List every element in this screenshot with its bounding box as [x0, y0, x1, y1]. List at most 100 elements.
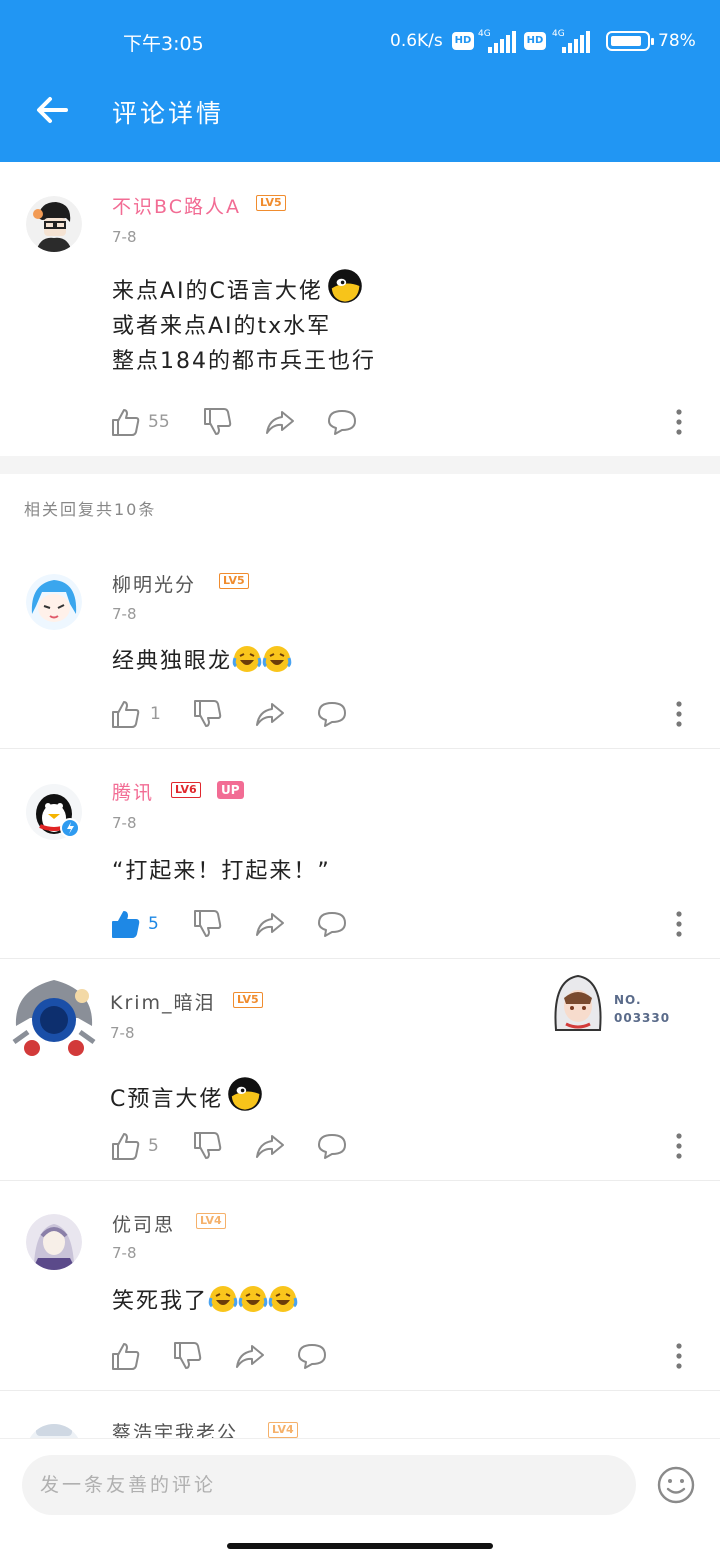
share-icon[interactable] — [254, 908, 286, 940]
status-net-speed: 0.6K/s — [390, 31, 443, 51]
comment-line: C预言大佬 — [110, 1087, 224, 1112]
like-count: 5 — [148, 1136, 159, 1156]
thumbs-up-icon[interactable] — [110, 1130, 142, 1162]
battery-percent: 78% — [658, 31, 696, 51]
fan-badge-number: 003330 — [614, 1011, 671, 1025]
more-vertical-icon[interactable] — [673, 1130, 685, 1162]
comment-line: 笑死我了 — [112, 1289, 209, 1314]
comment-date: 7-8 — [112, 1244, 137, 1262]
main-comment: 不识BC路人A LV5 7-8 来点AI的C语言大佬 或者来点AI的tx水军 整… — [0, 162, 720, 456]
thumbs-up-icon[interactable] — [110, 406, 142, 438]
laugh-cry-emoji-icon — [232, 646, 262, 672]
reply-item: 腾讯 LV6 UP 7-8 “打起来！打起来！” 5 — [0, 758, 720, 959]
comment-text: C预言大佬 — [110, 1076, 263, 1117]
like-count: 55 — [148, 412, 170, 432]
thumbs-up-icon[interactable] — [110, 1340, 142, 1372]
username[interactable]: 腾讯 — [112, 778, 154, 805]
level-badge: LV4 — [268, 1422, 298, 1438]
avatar[interactable] — [26, 784, 82, 840]
divider — [0, 1390, 720, 1391]
comment-icon[interactable] — [326, 406, 358, 438]
comment-line: 整点184的都市兵王也行 — [112, 349, 376, 374]
status-time: 下午3:05 — [123, 33, 204, 55]
doge-emoji-icon — [228, 1077, 263, 1111]
comment-icon[interactable] — [316, 698, 348, 730]
comment-actions: 5 — [110, 1130, 710, 1166]
divider — [0, 748, 720, 749]
comment-input[interactable] — [22, 1455, 636, 1515]
fan-badge-label: NO. — [614, 993, 642, 1007]
share-icon[interactable] — [254, 698, 286, 730]
fan-badge-avatar-icon — [554, 974, 602, 1031]
avatar[interactable] — [26, 1214, 82, 1270]
thumbs-down-icon[interactable] — [192, 908, 224, 940]
home-indicator — [227, 1543, 493, 1549]
avatar[interactable] — [8, 972, 100, 1064]
username[interactable]: 优司思 — [112, 1210, 175, 1237]
thumbs-down-icon[interactable] — [192, 698, 224, 730]
reply-item: 优司思 LV4 7-8 笑死我了 — [0, 1190, 720, 1391]
section-divider — [0, 456, 720, 474]
username[interactable]: 不识BC路人A — [112, 192, 241, 219]
uploader-badge: UP — [217, 781, 244, 799]
comment-text: “打起来！打起来！” — [112, 859, 331, 884]
thumbs-down-icon[interactable] — [172, 1340, 204, 1372]
level-badge: LV6 — [171, 782, 201, 798]
hd-badge-2: HD — [524, 32, 546, 50]
thumbs-down-icon[interactable] — [192, 1130, 224, 1162]
battery-icon — [606, 31, 654, 51]
laugh-cry-emoji-icon — [262, 646, 292, 672]
username[interactable]: Krim_暗泪 — [110, 988, 216, 1015]
thumbs-up-icon[interactable] — [110, 698, 142, 730]
share-icon[interactable] — [234, 1340, 266, 1372]
share-icon[interactable] — [254, 1130, 286, 1162]
comment-text: 来点AI的C语言大佬 或者来点AI的tx水军 整点184的都市兵王也行 — [112, 268, 376, 379]
comment-icon[interactable] — [316, 1130, 348, 1162]
username[interactable]: 柳明光分 — [112, 570, 196, 597]
arrow-left-icon[interactable] — [30, 88, 74, 132]
comment-date: 7-8 — [112, 814, 137, 832]
reply-item: 蔡浩宇我老公 LV4 — [0, 1400, 720, 1438]
avatar[interactable] — [26, 574, 82, 630]
reply-item: 柳明光分 LV5 7-8 经典独眼龙 1 — [0, 548, 720, 749]
more-vertical-icon[interactable] — [673, 698, 685, 730]
laugh-cry-emoji-icon — [268, 1286, 298, 1312]
comment-date: 7-8 — [110, 1024, 135, 1042]
username[interactable]: 蔡浩宇我老公 — [112, 1418, 238, 1438]
avatar[interactable] — [26, 1424, 82, 1438]
comment-actions — [110, 1340, 710, 1376]
comment-date: 7-8 — [112, 605, 137, 623]
level-badge: LV5 — [256, 195, 286, 211]
divider — [0, 1180, 720, 1181]
more-vertical-icon[interactable] — [673, 908, 685, 940]
comment-icon[interactable] — [296, 1340, 328, 1372]
divider — [0, 958, 720, 959]
more-vertical-icon[interactable] — [673, 406, 685, 438]
comment-actions: 5 — [110, 908, 710, 944]
page-title: 评论详情 — [112, 99, 225, 128]
share-icon[interactable] — [264, 406, 296, 438]
reply-item: Krim_暗泪 LV5 7-8 NO. 003330 C预言大佬 5 — [0, 968, 720, 1181]
comment-text: 笑死我了 — [112, 1284, 298, 1319]
like-count: 1 — [150, 704, 161, 724]
comment-actions: 55 — [110, 406, 710, 442]
smile-icon[interactable] — [656, 1465, 696, 1505]
laugh-cry-emoji-icon — [208, 1286, 238, 1312]
more-vertical-icon[interactable] — [673, 1340, 685, 1372]
level-badge: LV5 — [219, 573, 249, 589]
avatar[interactable] — [26, 196, 82, 252]
like-count: 5 — [148, 914, 159, 934]
level-badge: LV4 — [196, 1213, 226, 1229]
comment-line: 或者来点AI的tx水军 — [112, 314, 332, 339]
comment-text: 经典独眼龙 — [112, 644, 292, 679]
thumbs-down-icon[interactable] — [202, 406, 234, 438]
signal-icon-2: 4G — [552, 29, 592, 53]
level-badge: LV5 — [233, 992, 263, 1008]
hd-badge: HD — [452, 32, 474, 50]
thumbs-up-icon[interactable] — [110, 908, 142, 940]
replies-count: 相关回复共10条 — [24, 500, 157, 519]
comment-icon[interactable] — [316, 908, 348, 940]
comment-composer — [0, 1438, 720, 1560]
comment-actions: 1 — [110, 698, 710, 734]
laugh-cry-emoji-icon — [238, 1286, 268, 1312]
